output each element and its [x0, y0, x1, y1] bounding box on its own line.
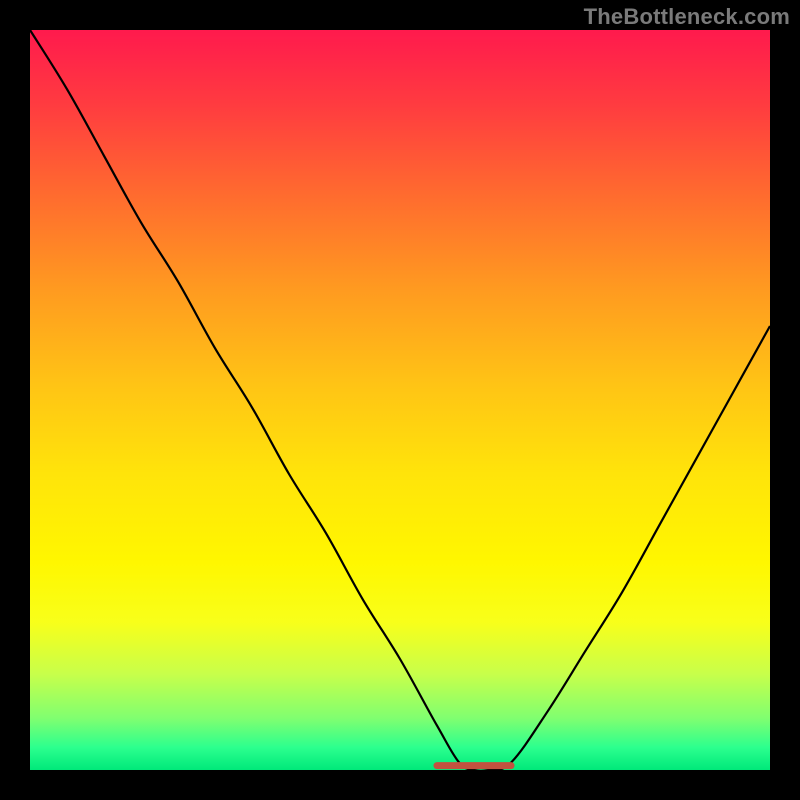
plot-area — [30, 30, 770, 770]
bottleneck-curve — [30, 30, 770, 771]
watermark-text: TheBottleneck.com — [584, 4, 790, 30]
chart-svg — [30, 30, 770, 770]
chart-frame: TheBottleneck.com — [0, 0, 800, 800]
